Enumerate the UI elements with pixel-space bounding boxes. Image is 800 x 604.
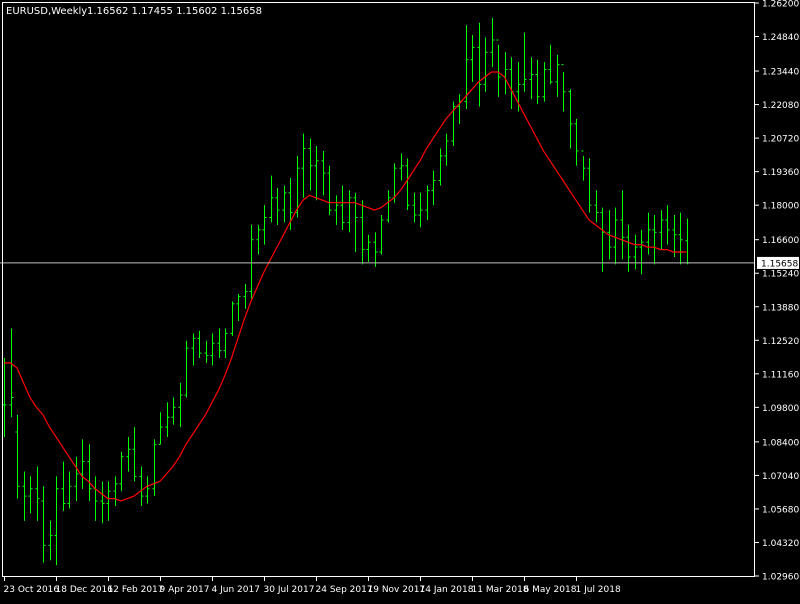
price-chart[interactable]: 1.26200 1.24840 1.23440 1.22080 1.20720 1.193… [0,0,800,600]
y-tick-label: 1.19360 [762,168,799,178]
chart-ohlc-values: 1.16562 1.17455 1.15602 1.15658 [87,6,262,17]
y-tick-label: 1.26200 [762,0,799,10]
y-tick-label: 1.20720 [762,135,799,145]
chart-background [0,0,800,600]
y-tick-label: 1.09800 [762,404,799,414]
y-tick-label: 1.07040 [762,472,799,482]
x-tick-label: 12 Feb 2017 [108,585,164,595]
y-tick-label: 1.22080 [762,101,799,111]
y-tick-label: 1.02960 [762,573,799,583]
x-tick-label: 30 Jul 2017 [264,585,315,595]
y-tick-label: 1.13880 [762,303,799,313]
y-tick-label: 1.24840 [762,33,799,43]
x-tick-label: 24 Sep 2017 [316,585,373,595]
x-tick-label: 1 Jul 2018 [576,585,621,595]
x-tick-label: 9 Apr 2017 [160,585,210,595]
y-tick-label: 1.12520 [762,337,799,347]
y-tick-label: 1.04320 [762,539,799,549]
current-price-label-text: 1.15658 [761,259,798,269]
x-tick-label: 18 Dec 2016 [56,585,114,595]
current-price-label: 1.15658 [757,256,799,269]
chart-canvas[interactable]: 1.26200 1.24840 1.23440 1.22080 1.20720 1.193… [0,0,800,600]
x-tick-label: 6 May 2018 [524,585,577,595]
y-tick-label: 1.05680 [762,505,799,515]
y-tick-label: 1.11160 [762,370,799,380]
x-tick-label: 23 Oct 2016 [4,585,60,595]
y-tick-label: 1.15240 [762,270,799,280]
x-tick-label: 14 Jan 2018 [420,585,474,595]
y-tick-label: 1.18000 [762,202,799,212]
x-tick-label: 4 Jun 2017 [212,585,260,595]
x-tick-label: 19 Nov 2017 [368,585,426,595]
y-tick-label: 1.16600 [762,236,799,246]
x-tick-label: 11 Mar 2018 [472,585,529,595]
chart-symbol-period: EURUSD,Weekly [6,6,87,17]
y-tick-label: 1.08400 [762,438,799,448]
y-tick-label: 1.23440 [762,68,799,78]
